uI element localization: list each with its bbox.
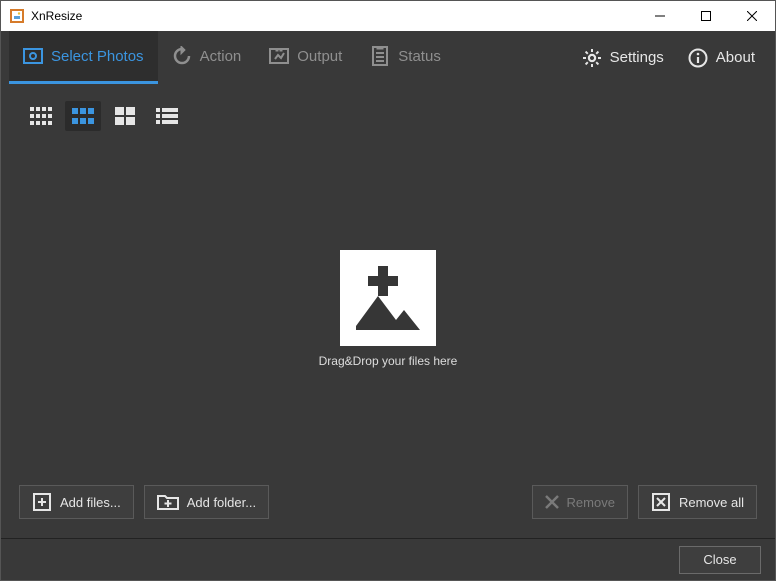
maximize-button[interactable] <box>683 1 729 31</box>
select-photos-icon <box>23 46 43 66</box>
app-window: XnResize Select Photos Action Output <box>0 0 776 581</box>
app-icon <box>9 8 25 24</box>
view-small-grid-button[interactable] <box>23 101 59 131</box>
settings-button[interactable]: Settings <box>570 31 676 84</box>
gear-icon <box>582 48 602 68</box>
about-button[interactable]: About <box>676 31 767 84</box>
info-icon <box>688 48 708 68</box>
tab-strip: Select Photos Action Output Status Setti… <box>1 31 775 84</box>
content-area: Drag&Drop your files here Add files... A… <box>1 84 775 538</box>
tab-spacer <box>455 31 570 84</box>
remove-all-label: Remove all <box>679 495 744 510</box>
tab-action-label: Action <box>200 48 242 65</box>
action-icon <box>172 46 192 66</box>
add-folder-button[interactable]: Add folder... <box>144 485 269 519</box>
app-body: Select Photos Action Output Status Setti… <box>1 31 775 580</box>
tab-select-photos[interactable]: Select Photos <box>9 31 158 84</box>
remove-icon <box>545 495 559 509</box>
window-title: XnResize <box>31 9 82 23</box>
view-list-button[interactable] <box>149 101 185 131</box>
list-icon <box>156 108 178 124</box>
add-folder-icon <box>157 492 179 512</box>
drop-zone-image <box>340 250 436 346</box>
settings-label: Settings <box>610 49 664 66</box>
large-grid-icon <box>115 107 135 125</box>
remove-all-button[interactable]: Remove all <box>638 485 757 519</box>
status-icon <box>370 46 390 66</box>
remove-all-icon <box>651 492 671 512</box>
remove-label: Remove <box>567 495 615 510</box>
close-button[interactable]: Close <box>679 546 761 574</box>
tab-status[interactable]: Status <box>356 31 455 84</box>
add-files-label: Add files... <box>60 495 121 510</box>
drop-zone[interactable]: Drag&Drop your files here <box>19 140 757 478</box>
remove-button: Remove <box>532 485 628 519</box>
output-icon <box>269 46 289 66</box>
minimize-button[interactable] <box>637 1 683 31</box>
view-large-grid-button[interactable] <box>107 101 143 131</box>
tab-select-photos-label: Select Photos <box>51 48 144 65</box>
medium-grid-icon <box>72 108 94 124</box>
view-medium-grid-button[interactable] <box>65 101 101 131</box>
window-controls <box>637 1 775 31</box>
titlebar: XnResize <box>1 1 775 31</box>
add-image-icon <box>348 258 428 338</box>
tab-status-label: Status <box>398 48 441 65</box>
bottom-actions: Add files... Add folder... Remove Remove… <box>19 478 757 526</box>
add-files-icon <box>32 492 52 512</box>
tab-output[interactable]: Output <box>255 31 356 84</box>
add-folder-label: Add folder... <box>187 495 256 510</box>
view-mode-bar <box>19 92 757 140</box>
small-grid-icon <box>30 107 52 125</box>
footer: Close <box>1 538 775 580</box>
tab-output-label: Output <box>297 48 342 65</box>
close-window-button[interactable] <box>729 1 775 31</box>
tab-action[interactable]: Action <box>158 31 256 84</box>
add-files-button[interactable]: Add files... <box>19 485 134 519</box>
about-label: About <box>716 49 755 66</box>
drop-zone-hint: Drag&Drop your files here <box>319 354 458 368</box>
